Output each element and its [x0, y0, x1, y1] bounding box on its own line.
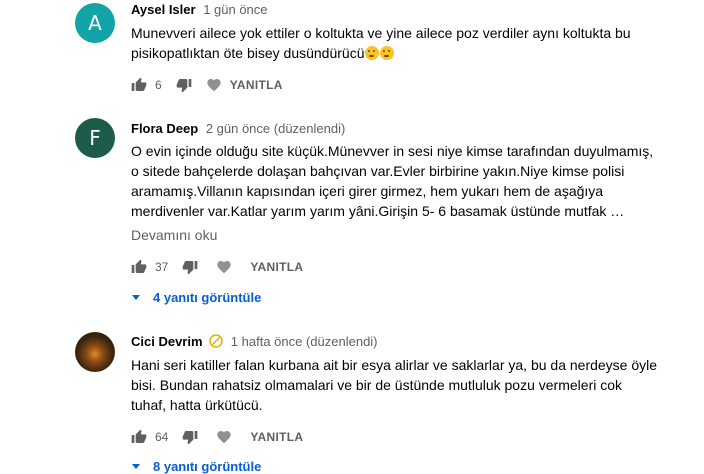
thumb-down-icon[interactable]: [182, 429, 198, 445]
thinking-emoji-icon: [365, 46, 380, 60]
thumb-down-icon[interactable]: [176, 77, 192, 93]
comment-author[interactable]: Aysel Isler: [131, 2, 196, 17]
read-more-link[interactable]: Devamını oku: [131, 227, 217, 243]
chevron-down-icon: [131, 290, 141, 305]
comment-author[interactable]: Flora Deep: [131, 121, 198, 136]
view-replies-button[interactable]: 8 yanıtı görüntüle: [131, 459, 261, 474]
verified-badge-icon: [209, 334, 223, 351]
thumb-up-icon[interactable]: [131, 77, 147, 93]
comment-author[interactable]: Cici Devrim: [131, 334, 203, 349]
heart-icon[interactable]: [216, 259, 232, 275]
comment-timestamp[interactable]: 2 gün önce (düzenlendi): [206, 121, 346, 136]
heart-icon[interactable]: [216, 429, 232, 445]
thinking-emoji-icon: [380, 46, 395, 60]
view-replies-button[interactable]: 4 yanıtı görüntüle: [131, 290, 261, 305]
chevron-down-icon: [131, 459, 141, 474]
like-count: 6: [155, 78, 162, 92]
reply-button[interactable]: YANITLA: [250, 260, 303, 274]
heart-icon[interactable]: [206, 77, 222, 93]
comment-text: Munevveri ailece yok ettiler o koltukta …: [131, 25, 631, 61]
comment-text: O evin içinde olduğu site küçük.Münevver…: [131, 143, 654, 219]
thumb-down-icon[interactable]: [182, 259, 198, 275]
thumb-up-icon[interactable]: [131, 259, 147, 275]
comment-text: Hani seri katiller falan kurbana ait bir…: [131, 357, 658, 413]
avatar[interactable]: A: [75, 3, 115, 43]
comment-timestamp[interactable]: 1 hafta önce (düzenlendi): [231, 334, 378, 349]
like-count: 37: [155, 260, 169, 274]
reply-button[interactable]: YANITLA: [230, 78, 283, 92]
reply-button[interactable]: YANITLA: [250, 430, 303, 444]
avatar[interactable]: F: [75, 118, 115, 158]
thumb-up-icon[interactable]: [131, 429, 147, 445]
avatar[interactable]: [75, 332, 115, 372]
like-count: 64: [155, 430, 169, 444]
comment-timestamp[interactable]: 1 gün önce: [203, 2, 267, 17]
